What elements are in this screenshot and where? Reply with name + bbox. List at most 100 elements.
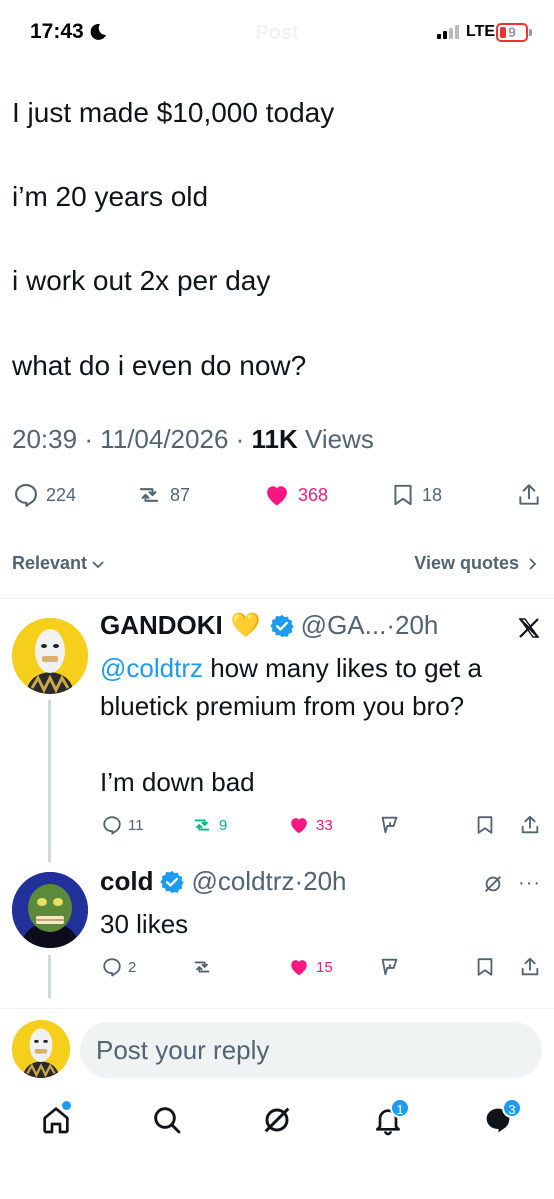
tab-home[interactable] xyxy=(40,1101,72,1141)
messages-badge: 3 xyxy=(502,1098,522,1118)
reply-2-bookmark-button[interactable] xyxy=(474,956,501,978)
reply-1-age: 20h xyxy=(394,610,439,640)
divider xyxy=(0,598,554,599)
repost-button[interactable]: 87 xyxy=(134,481,190,509)
more-options-icon[interactable]: ··· xyxy=(518,872,541,895)
tab-messages[interactable]: 3 xyxy=(482,1098,522,1141)
grok-icon xyxy=(381,816,398,834)
reply-1-line-3 xyxy=(100,725,482,763)
thread-line xyxy=(48,955,51,998)
tweet-actions: 224 87 368 18 xyxy=(0,481,554,517)
reply-2-grok-button[interactable] xyxy=(378,956,407,978)
share-button[interactable] xyxy=(516,481,548,509)
reply-1-mention[interactable]: @coldtrz xyxy=(100,653,203,683)
x-logo-icon xyxy=(517,616,541,645)
chevron-down-icon xyxy=(92,560,104,568)
reply-1-line-1: how many likes to get a xyxy=(210,653,482,683)
tweet-line-1: I just made $10,000 today xyxy=(12,97,335,128)
tab-search[interactable] xyxy=(151,1104,183,1141)
verified-icon xyxy=(160,870,185,893)
reply-icon xyxy=(15,484,37,507)
tab-notifications[interactable]: 1 xyxy=(372,1098,410,1141)
avatar-cold[interactable] xyxy=(12,872,88,948)
sort-bar: Relevant View quotes xyxy=(0,553,554,583)
grok-icon xyxy=(381,958,398,976)
bookmark-icon xyxy=(394,484,412,506)
tweet-line-2: i’m 20 years old xyxy=(12,181,209,212)
reply-2-share-button[interactable] xyxy=(519,956,546,978)
share-icon xyxy=(519,484,539,505)
like-count: 368 xyxy=(298,484,329,505)
reply-2-header: cold @coldtrz · 20h xyxy=(100,866,347,897)
reply-2-reply-button[interactable]: 2 xyxy=(101,956,136,978)
reply-2-name[interactable]: cold xyxy=(100,866,153,897)
notifications-badge: 1 xyxy=(390,1098,410,1118)
bottom-tab-bar: 1 3 xyxy=(0,1090,554,1160)
reply-1-like-count: 33 xyxy=(316,816,333,834)
heart-filled-icon xyxy=(267,486,287,506)
reply-icon xyxy=(103,958,121,977)
bookmark-count: 18 xyxy=(422,484,443,505)
divider xyxy=(0,1008,554,1009)
reply-icon xyxy=(103,816,121,835)
views-label[interactable]: Views xyxy=(305,424,374,454)
like-button[interactable]: 368 xyxy=(262,481,328,509)
share-icon xyxy=(521,957,539,976)
reply-input[interactable]: Post your reply xyxy=(80,1022,542,1078)
reply-1-reply-button[interactable]: 11 xyxy=(101,814,144,836)
repost-icon xyxy=(194,961,210,973)
reply-1-reply-count: 11 xyxy=(128,816,144,834)
thread-line xyxy=(48,700,51,862)
bookmark-icon xyxy=(477,958,493,976)
reply-button[interactable]: 224 xyxy=(12,481,76,509)
tweet-line-3: i work out 2x per day xyxy=(12,265,271,296)
yellow-heart-emoji: 💛 xyxy=(230,612,261,639)
reply-1-line-4: I’m down bad xyxy=(100,767,255,797)
verified-icon xyxy=(269,614,294,637)
my-avatar[interactable] xyxy=(12,1020,70,1078)
reply-2-text: 30 likes xyxy=(100,909,189,939)
tab-grok[interactable] xyxy=(261,1104,293,1141)
reply-2-like-button[interactable]: 15 xyxy=(287,956,333,978)
reply-1-bookmark-button[interactable] xyxy=(474,814,501,836)
reply-composer: Post your reply xyxy=(0,1012,554,1087)
grok-icon xyxy=(264,1107,290,1133)
status-bar: 17:43 Post LTE 9 xyxy=(0,0,554,66)
grok-icon[interactable] xyxy=(482,873,504,900)
reply-1-like-button[interactable]: 33 xyxy=(287,814,333,836)
reply-1-share-button[interactable] xyxy=(519,814,546,836)
heart-filled-icon xyxy=(291,960,307,976)
reply-1-handle[interactable]: @GA... xyxy=(301,610,387,641)
sort-label: Relevant xyxy=(12,553,88,573)
bookmark-button[interactable]: 18 xyxy=(390,481,442,509)
chevron-right-icon xyxy=(529,557,537,570)
battery-icon: 9 xyxy=(496,23,528,42)
home-dot xyxy=(62,1101,71,1110)
reply-1-header: GANDOKI 💛 @GA... · 20h xyxy=(100,610,439,641)
reply-1-line-2: bluetick premium from you bro? xyxy=(100,691,465,721)
view-quotes-link[interactable]: View quotes xyxy=(414,553,540,574)
reply-2-age: 20h xyxy=(303,866,347,896)
reply-1-grok-button[interactable] xyxy=(378,814,407,836)
bookmark-icon xyxy=(477,816,493,834)
signal-icon xyxy=(437,25,461,44)
repost-icon xyxy=(139,488,159,502)
reply-1-name[interactable]: GANDOKI xyxy=(100,610,223,641)
reply-1-text: @coldtrz how many likes to get a bluetic… xyxy=(100,649,482,801)
tweet-time: 20:39 xyxy=(12,424,78,454)
battery-level: 9 xyxy=(508,24,516,40)
sort-dropdown[interactable]: Relevant xyxy=(12,553,106,574)
reply-2-reply-count: 2 xyxy=(128,958,137,976)
heart-filled-icon xyxy=(291,818,307,834)
repost-count: 87 xyxy=(170,484,191,505)
tweet-date: 11/04/2026 xyxy=(100,424,229,454)
avatar-gandoki[interactable] xyxy=(12,618,88,694)
view-quotes-label: View quotes xyxy=(414,553,519,573)
reply-2-repost-button[interactable] xyxy=(190,956,219,978)
tweet-meta: 20:39 · 11/04/2026 · 11K Views xyxy=(12,424,374,454)
reply-2-handle[interactable]: @coldtrz xyxy=(191,866,294,897)
reply-1-repost-button[interactable]: 9 xyxy=(190,814,227,836)
reply-count: 224 xyxy=(46,484,77,505)
tweet-line-4: what do i even do now? xyxy=(12,350,307,381)
reply-1-repost-count: 9 xyxy=(219,816,228,834)
